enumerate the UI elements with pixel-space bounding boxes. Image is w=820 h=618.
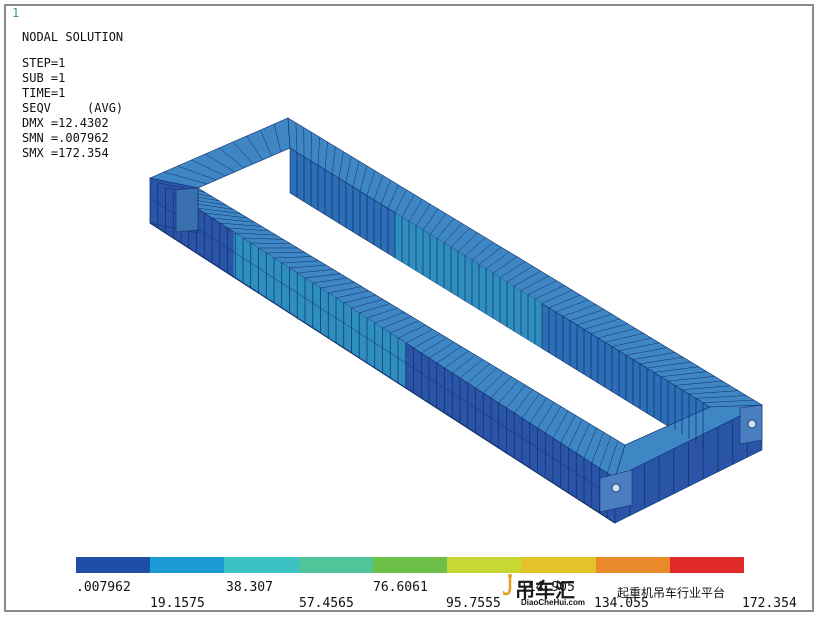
frame-model — [149, 117, 764, 524]
near-beam-bottom-edge — [149, 222, 616, 524]
watermark-site: DiaoCheHui.com — [521, 598, 586, 607]
legend-label-bottom-2: 95.7555 — [446, 596, 501, 611]
watermark: 吊车汇 DiaoCheHui.com 起重机吊车行业平台 — [503, 570, 763, 610]
left-end-top-face — [149, 117, 291, 189]
watermark-tagline: 起重机吊车行业平台 — [617, 586, 726, 600]
model-viewport[interactable] — [0, 0, 820, 618]
legend-label-top-0: .007962 — [76, 580, 131, 595]
legend-label-bottom-0: 19.1575 — [150, 596, 205, 611]
legend-band-1 — [150, 557, 225, 573]
support-pin-front — [611, 483, 621, 493]
support-pin-right — [747, 419, 757, 429]
legend-band-0 — [76, 557, 151, 573]
legend-label-top-1: 38.307 — [226, 580, 273, 595]
legend-band-4 — [372, 557, 448, 573]
legend-label-bottom-1: 57.4565 — [299, 596, 354, 611]
legend-band-2 — [224, 557, 299, 573]
legend-label-top-2: 76.6061 — [373, 580, 428, 595]
support-block-left — [175, 187, 199, 233]
legend-band-3 — [298, 557, 373, 573]
